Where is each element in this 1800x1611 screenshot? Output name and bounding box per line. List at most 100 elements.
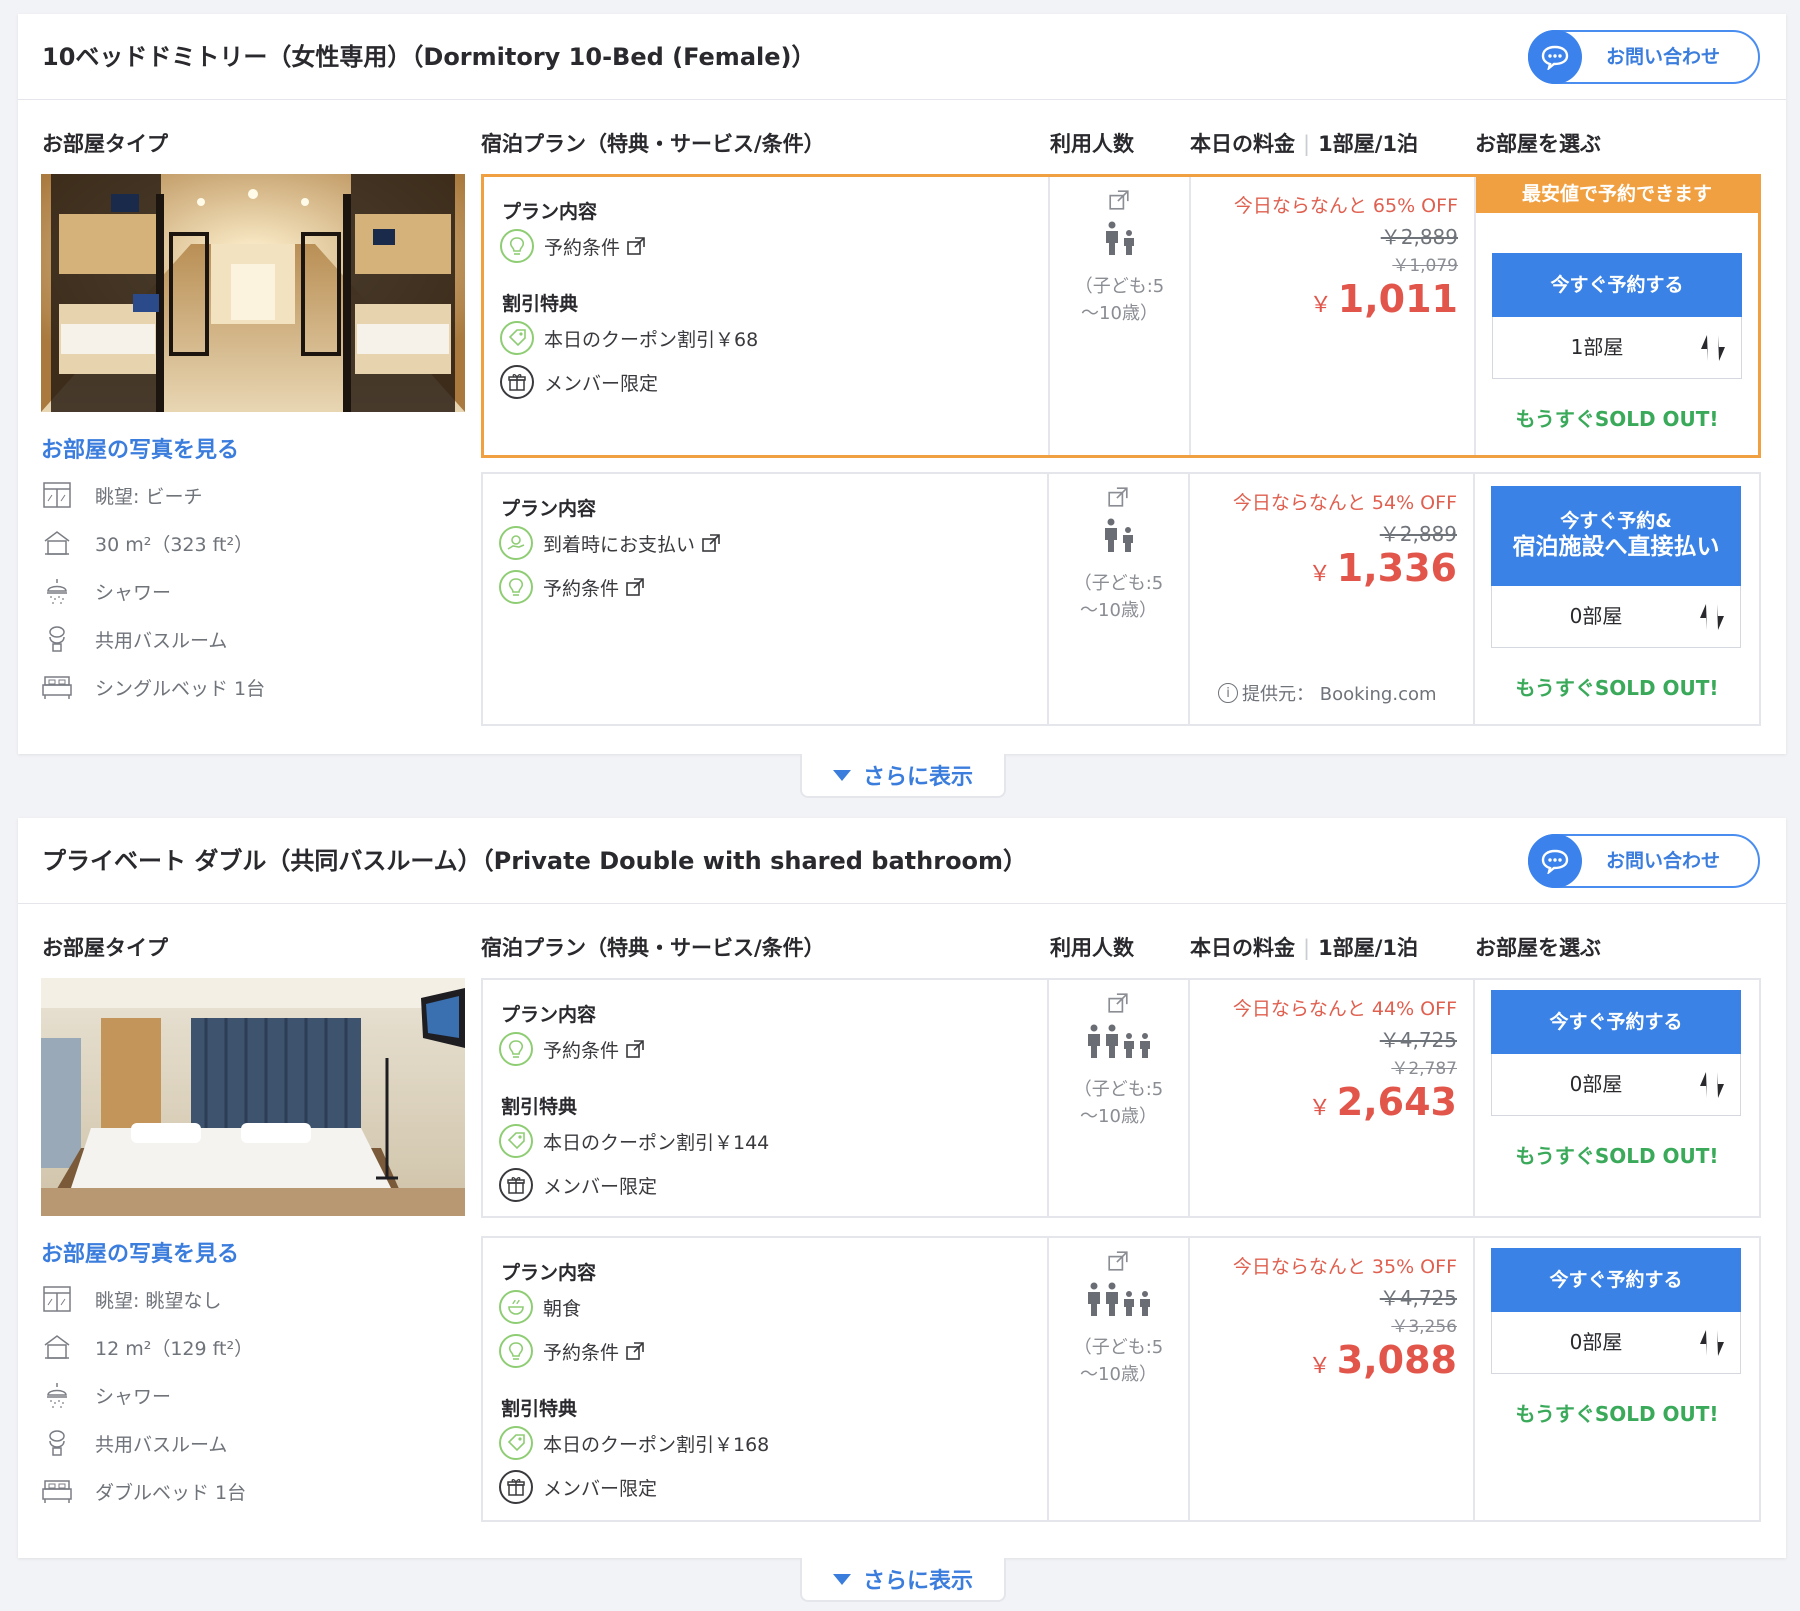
- view-icon: [41, 1284, 73, 1314]
- show-more-button[interactable]: さらに表示: [800, 754, 1006, 798]
- header-occupancy: 利用人数: [1050, 936, 1134, 960]
- show-more-button[interactable]: さらに表示: [800, 1558, 1006, 1602]
- adult-icon: [1087, 1024, 1100, 1058]
- plan-item[interactable]: 予約条件: [499, 1032, 645, 1066]
- room-qty-select[interactable]: 0部屋: [1491, 1312, 1741, 1374]
- amenity-item: シングルベッド 1台: [41, 672, 265, 702]
- plan-cell: プラン内容 到着時にお支払い 予約条件: [483, 474, 1049, 724]
- plan-cell: プラン内容 予約条件 割引特典 本日のクーポン割引￥144 メンバー限定: [483, 980, 1049, 1216]
- plan-item[interactable]: 予約条件: [499, 570, 645, 604]
- discount-percent: 今日ならなんと 35% OFF: [1232, 1256, 1457, 1278]
- coupon-tag-icon: [499, 1124, 533, 1158]
- external-link-icon: [626, 1039, 644, 1058]
- photo-link[interactable]: お部屋の写真を見る: [41, 432, 239, 464]
- child-icon: [1123, 1033, 1134, 1058]
- plan-cell: プラン内容 朝食 予約条件 割引特典 本日のクーポン割引￥168 メンバー限定: [483, 1238, 1049, 1520]
- discount-label: 本日のクーポン割引￥68: [544, 328, 759, 351]
- lightbulb-icon: [499, 570, 533, 604]
- amenity-item: 30 m²（323 ft²）: [41, 528, 253, 558]
- discount-item: メンバー限定: [499, 1470, 657, 1504]
- sort-arrows-icon: [1700, 1072, 1724, 1098]
- pay-at-hotel-icon: [499, 526, 533, 560]
- book-now-button[interactable]: 今すぐ予約する: [1492, 253, 1742, 317]
- book-now-button[interactable]: 今すぐ予約する: [1491, 990, 1741, 1054]
- adult-icon: [1087, 1282, 1100, 1316]
- plan-item[interactable]: 予約条件: [499, 1334, 645, 1368]
- occupancy-note: （子ども:5 〜10歳）: [1073, 1079, 1164, 1127]
- discount-item: メンバー限定: [499, 1168, 657, 1202]
- gift-icon: [500, 365, 534, 399]
- book-now-pay-direct-button[interactable]: 今すぐ予約& 宿泊施設へ直接払い: [1491, 486, 1741, 586]
- plan-item-label: 予約条件: [544, 233, 646, 260]
- price-cell: 今日ならなんと 35% OFF ￥4,725 ￥3,256 ￥ 3,088: [1190, 1238, 1475, 1520]
- header-price: 本日の料金 | 1部屋/1泊: [1190, 936, 1418, 960]
- amenity-item: 共用バスルーム: [41, 1428, 227, 1458]
- discount-label: メンバー限定: [543, 1175, 658, 1198]
- amenity-item: 眺望: 眺望なし: [41, 1284, 221, 1314]
- amenity-item: シャワー: [41, 576, 171, 606]
- booking-cell: 最安値で予約できます 今すぐ予約する 1部屋 もうすぐSOLD OUT!: [1476, 177, 1758, 455]
- area-icon: [41, 1332, 73, 1362]
- plan-row: プラン内容 朝食 予約条件 割引特典 本日のクーポン割引￥168 メンバー限定: [481, 1236, 1761, 1522]
- external-link-icon: [626, 1341, 644, 1360]
- plan-item-label: 予約条件: [543, 1036, 645, 1063]
- room-title: 10ベッドドミトリー（女性専用）（Dormitory 10-Bed (Femal…: [42, 43, 816, 71]
- soldout-notice: もうすぐSOLD OUT!: [1515, 676, 1719, 700]
- discount-label: メンバー限定: [543, 1477, 658, 1500]
- adult-icon: [1104, 518, 1117, 552]
- area-icon: [41, 528, 73, 558]
- adult-icon: [1105, 1024, 1118, 1058]
- toilet-icon: [41, 1428, 73, 1458]
- coupon-tag-icon: [499, 1426, 533, 1460]
- occupancy-note: （子ども:5 〜10歳）: [1073, 1337, 1164, 1385]
- discount-label: メンバー限定: [544, 372, 659, 395]
- header-room-type: お部屋タイプ: [42, 132, 168, 156]
- amenity-label: 12 m²（129 ft²）: [95, 1337, 254, 1360]
- contact-button[interactable]: お問い合わせ: [1528, 834, 1760, 888]
- room-qty-select[interactable]: 1部屋: [1492, 317, 1742, 379]
- discount-heading: 割引特典: [502, 293, 579, 315]
- price-cell: 今日ならなんと 65% OFF ￥2,889 ￥1,079 ￥ 1,011: [1191, 177, 1476, 455]
- external-link-icon: [1108, 993, 1128, 1013]
- plan-item-label: 到着時にお支払い: [543, 530, 721, 557]
- room-qty-select[interactable]: 0部屋: [1491, 586, 1741, 648]
- soldout-notice: もうすぐSOLD OUT!: [1515, 1402, 1719, 1426]
- amenity-label: 共用バスルーム: [95, 629, 228, 652]
- room-card-header: 10ベッドドミトリー（女性専用）（Dormitory 10-Bed (Femal…: [18, 14, 1786, 100]
- plan-item[interactable]: 予約条件: [500, 229, 646, 263]
- plan-item-label: 朝食: [543, 1297, 582, 1320]
- plan-item-label: 予約条件: [543, 1338, 645, 1365]
- contact-label: お問い合わせ: [1606, 46, 1721, 68]
- amenity-label: 眺望: ビーチ: [95, 485, 203, 508]
- external-link-icon: [1108, 487, 1128, 507]
- shower-icon: [41, 1380, 73, 1410]
- occupancy-cell: （子ども:5 〜10歳）: [1049, 474, 1190, 724]
- occupancy-cell: （子ども:5 〜10歳）: [1050, 177, 1191, 455]
- member-price: ￥1,079: [1392, 256, 1458, 276]
- amenity-item: 眺望: ビーチ: [41, 480, 202, 510]
- current-price: ￥ 3,088: [1308, 1338, 1457, 1382]
- plan-heading: プラン内容: [501, 1262, 597, 1284]
- room-photo[interactable]: [41, 978, 465, 1216]
- view-icon: [41, 480, 73, 510]
- book-now-button[interactable]: 今すぐ予約する: [1491, 1248, 1741, 1312]
- gift-icon: [499, 1470, 533, 1504]
- amenity-label: シャワー: [95, 1385, 172, 1408]
- child-icon: [1123, 230, 1134, 255]
- room-photo[interactable]: [41, 174, 465, 412]
- member-price: ￥3,256: [1391, 1317, 1457, 1337]
- occupancy-cell: （子ども:5 〜10歳）: [1049, 980, 1190, 1216]
- plan-item[interactable]: 到着時にお支払い: [499, 526, 721, 560]
- discount-item: 本日のクーポン割引￥68: [500, 321, 758, 355]
- plan-item-label: 予約条件: [543, 574, 645, 601]
- plan-cell: プラン内容 予約条件 割引特典 本日のクーポン割引￥68 メンバー限定: [484, 177, 1050, 455]
- toilet-icon: [41, 624, 73, 654]
- chat-icon: [1528, 30, 1582, 84]
- room-qty-select[interactable]: 0部屋: [1491, 1054, 1741, 1116]
- amenity-label: 共用バスルーム: [95, 1433, 228, 1456]
- adult-icon: [1105, 221, 1118, 255]
- header-price: 本日の料金 | 1部屋/1泊: [1190, 132, 1418, 156]
- adult-icon: [1105, 1282, 1118, 1316]
- contact-button[interactable]: お問い合わせ: [1528, 30, 1760, 84]
- photo-link[interactable]: お部屋の写真を見る: [41, 1236, 239, 1268]
